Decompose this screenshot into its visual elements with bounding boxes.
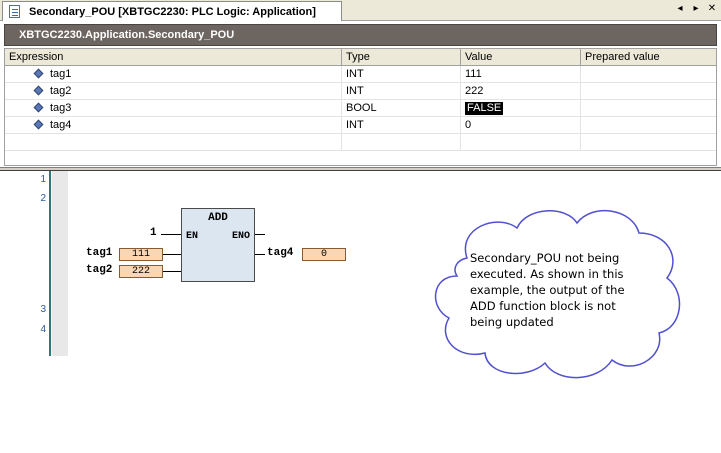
- add-function-block[interactable]: ADD EN ENO: [181, 208, 255, 282]
- table-row[interactable]: tag1 INT 111: [5, 66, 716, 83]
- value-cell-selected[interactable]: FALSE: [465, 102, 504, 115]
- input-wire: [163, 271, 181, 272]
- expression-cell: tag1: [50, 68, 72, 80]
- object-path-bar: XBTGC2230.Application.Secondary_POU: [4, 24, 717, 46]
- input-wire: [163, 254, 181, 255]
- line-number: 4: [40, 324, 46, 335]
- line-number-gutter: 1 2 3 4: [0, 171, 52, 356]
- variable-icon: [33, 102, 44, 113]
- value-cell: 111: [461, 66, 581, 83]
- eno-wire: [255, 234, 265, 235]
- variable-icon: [33, 119, 44, 130]
- prepared-value-cell[interactable]: [581, 83, 718, 100]
- tab-secondary-pou[interactable]: Secondary_POU [XBTGC2230: PLC Logic: App…: [2, 1, 342, 21]
- en-pin-label: EN: [186, 231, 199, 242]
- network-bar: [49, 171, 51, 356]
- line-number: 3: [40, 304, 46, 315]
- value-cell: 222: [461, 83, 581, 100]
- line-number: 1: [40, 174, 46, 185]
- output-wire: [255, 254, 265, 255]
- output-value-box: 0: [302, 248, 346, 261]
- scroll-left-icon[interactable]: ◂: [675, 3, 685, 14]
- input-var-tag1[interactable]: tag1: [86, 247, 112, 259]
- tab-title: Secondary_POU [XBTGC2230: PLC Logic: App…: [29, 5, 316, 18]
- watch-table: Expression Type Value Prepared value tag…: [4, 48, 717, 166]
- close-icon[interactable]: ✕: [707, 3, 717, 14]
- line-number: 2: [40, 193, 46, 204]
- tab-controls: ◂ ▸ ✕: [675, 3, 717, 14]
- scroll-right-icon[interactable]: ▸: [691, 3, 701, 14]
- expression-cell: tag2: [50, 85, 72, 97]
- block-name: ADD: [208, 212, 228, 224]
- value-cell: 0: [461, 117, 581, 134]
- input-value-box: 111: [119, 248, 163, 261]
- input-var-tag2[interactable]: tag2: [86, 264, 112, 276]
- column-header-type[interactable]: Type: [342, 49, 461, 65]
- prepared-value-cell[interactable]: [581, 100, 718, 117]
- expression-cell: tag4: [50, 119, 72, 131]
- table-row[interactable]: tag3 BOOL FALSE: [5, 100, 716, 117]
- prepared-value-cell[interactable]: [581, 117, 718, 134]
- type-cell: INT: [342, 117, 461, 134]
- pou-document-icon: [7, 4, 23, 19]
- comment-text: Secondary_POU not being executed. As sho…: [470, 251, 625, 329]
- type-cell: INT: [342, 66, 461, 83]
- column-header-value[interactable]: Value: [461, 49, 581, 65]
- document-tab-bar: Secondary_POU [XBTGC2230: PLC Logic: App…: [0, 0, 721, 21]
- table-header: Expression Type Value Prepared value: [5, 49, 716, 66]
- type-cell: BOOL: [342, 100, 461, 117]
- table-row-empty[interactable]: [5, 134, 716, 151]
- expression-cell: tag3: [50, 102, 72, 114]
- en-constant[interactable]: 1: [150, 227, 157, 239]
- output-var-tag4[interactable]: tag4: [267, 247, 293, 259]
- gutter-strip: [52, 171, 68, 356]
- variable-icon: [33, 68, 44, 79]
- en-wire: [161, 234, 181, 235]
- variable-icon: [33, 85, 44, 96]
- input-value-box: 222: [119, 265, 163, 278]
- column-header-prepared-value[interactable]: Prepared value: [581, 49, 718, 65]
- eno-pin-label: ENO: [231, 231, 250, 242]
- table-row[interactable]: tag2 INT 222: [5, 83, 716, 100]
- column-header-expression[interactable]: Expression: [5, 49, 342, 65]
- type-cell: INT: [342, 83, 461, 100]
- prepared-value-cell[interactable]: [581, 66, 718, 83]
- table-row[interactable]: tag4 INT 0: [5, 117, 716, 134]
